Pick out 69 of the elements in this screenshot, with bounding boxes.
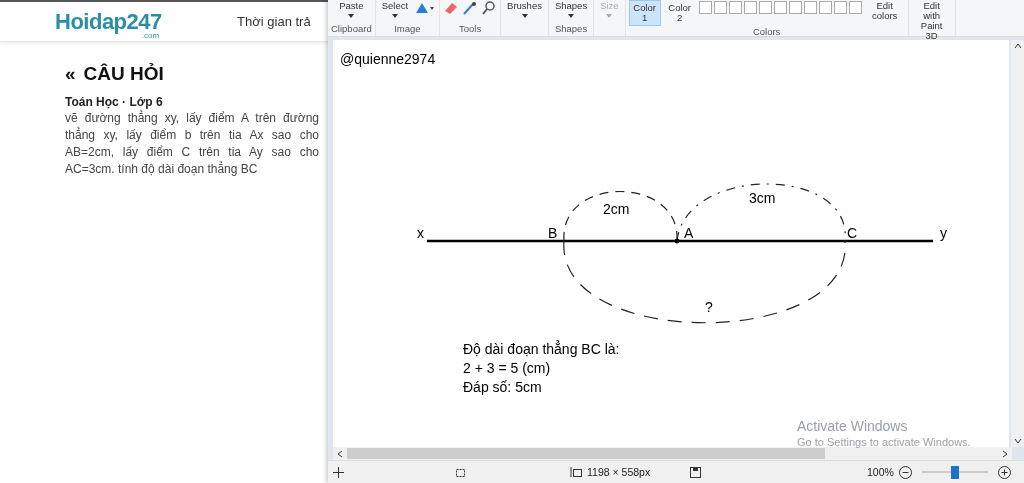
save-icon	[690, 466, 701, 478]
group-label: Clipboard	[331, 23, 372, 36]
zoom-in-icon[interactable]	[997, 465, 1011, 479]
group-label: Tools	[459, 23, 482, 36]
color-swatch[interactable]	[743, 1, 757, 14]
caret-icon	[348, 14, 355, 18]
scroll-right-icon[interactable]	[1002, 449, 1008, 458]
color-swatch[interactable]	[788, 1, 802, 14]
point-dot	[674, 238, 680, 244]
ribbon-dropdown[interactable]: Paste	[336, 0, 367, 19]
zoom-out-icon[interactable]	[898, 465, 912, 479]
magnifier-icon[interactable]	[481, 1, 498, 15]
eyedropper-icon[interactable]	[462, 1, 479, 15]
ribbon-dropdown[interactable]: Shapes	[551, 0, 591, 19]
move-icon	[333, 466, 344, 478]
point-label: B	[548, 225, 558, 241]
canvas-size: 1198 × 558px	[587, 466, 651, 478]
color-selector[interactable]: Color 2	[663, 0, 696, 26]
ribbon-dropdown[interactable]: Brushes	[504, 0, 545, 19]
caret-icon	[568, 14, 575, 18]
color-swatch[interactable]	[803, 1, 817, 14]
ribbon-button[interactable]: Edit colors	[864, 0, 905, 22]
question-category: Toán Học · Lớp 6	[65, 95, 164, 109]
color-swatch[interactable]	[773, 1, 787, 14]
canvas-size-icon	[570, 466, 582, 478]
caret-icon	[391, 14, 398, 18]
signature-text: @quienne2974	[340, 51, 436, 67]
eraser-icon[interactable]	[443, 1, 460, 15]
scrollbar-thumb[interactable]	[347, 448, 825, 459]
page-heading: CÂU HỎI	[83, 63, 164, 85]
activation-message: Go to Settings to activate Windows.	[797, 436, 971, 448]
zoom-level: 100%	[867, 466, 894, 478]
color-selector[interactable]: Color 1	[628, 0, 661, 26]
color-swatch[interactable]	[728, 1, 742, 14]
color-swatch[interactable]	[818, 1, 832, 14]
vertical-scrollbar[interactable]	[1011, 40, 1024, 447]
back-icon[interactable]: «	[65, 63, 76, 85]
question-text: vẽ đường thẳng xy, lấy điểm A trên đường thẳng xy, lấy điểm b trên tia Ax sao cho AB=2cm, lấy điểm C trên tia Ay sao cho AC=3cm. tính độ dài đoạn thẳng BC	[65, 110, 319, 178]
ribbon-button[interactable]: Edit with Paint 3D	[911, 0, 952, 42]
point-label: C	[847, 225, 858, 241]
color-swatch[interactable]	[758, 1, 772, 14]
point-label: y	[940, 225, 947, 241]
scroll-left-icon[interactable]	[337, 449, 343, 458]
slider-thumb[interactable]	[950, 465, 959, 479]
group-label: Colors	[752, 26, 781, 39]
group-label: Shapes	[554, 23, 588, 36]
selection-icon	[454, 466, 466, 478]
color-swatch[interactable]	[848, 1, 862, 14]
group-label: Image	[394, 23, 421, 36]
color-swatch[interactable]	[698, 1, 712, 14]
scroll-up-icon[interactable]	[1013, 43, 1022, 49]
caret-icon	[606, 14, 613, 18]
length-label: 2cm	[603, 201, 630, 217]
answer-line: 2 + 3 = 5 (cm)	[463, 360, 551, 376]
answer-line: Độ dài đoạn thẳng BC là:	[463, 341, 620, 357]
horizontal-scrollbar[interactable]	[333, 447, 1012, 460]
activation-title: Activate Windows	[797, 418, 909, 434]
color-swatch[interactable]	[833, 1, 847, 14]
answer-line: Đáp số: 5cm	[463, 379, 542, 395]
point-label: x	[417, 225, 424, 241]
rotate-icon[interactable]	[414, 1, 437, 15]
nav-link[interactable]: Thời gian trả	[237, 14, 311, 29]
caret-icon	[521, 14, 528, 18]
color-swatch[interactable]	[713, 1, 727, 14]
length-label: ?	[705, 299, 713, 315]
ribbon-dropdown[interactable]: Select	[378, 0, 412, 19]
length-label: 3cm	[749, 190, 776, 206]
scroll-down-icon[interactable]	[1013, 438, 1022, 444]
point-label: A	[684, 225, 694, 241]
